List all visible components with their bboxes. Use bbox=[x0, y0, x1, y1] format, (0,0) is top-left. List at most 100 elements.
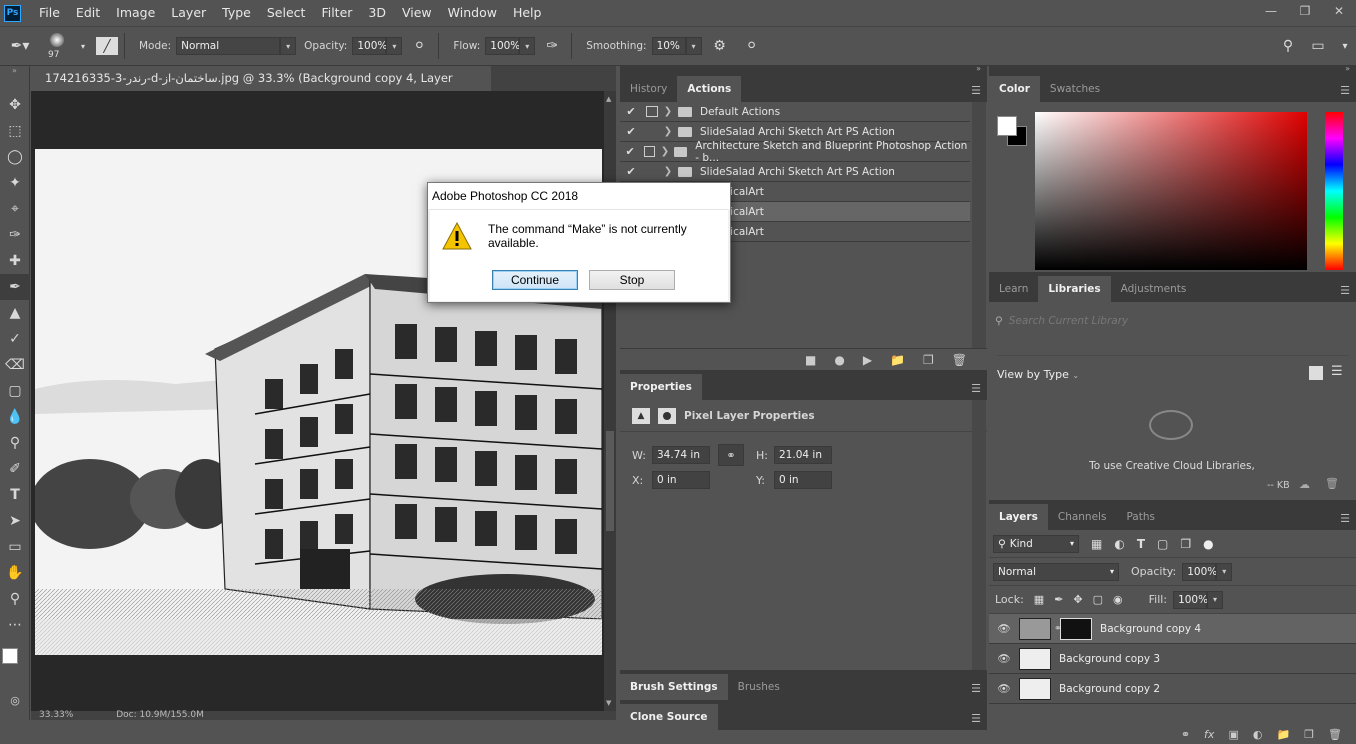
airbrush-icon[interactable]: ✑ bbox=[539, 38, 565, 54]
clone-stamp-tool-icon[interactable]: ▲ bbox=[0, 300, 30, 326]
crop-tool-icon[interactable]: ⌖ bbox=[0, 196, 30, 222]
lock-position-icon[interactable]: ✥ bbox=[1073, 593, 1082, 606]
quick-select-tool-icon[interactable]: ✦ bbox=[0, 170, 30, 196]
stop-button[interactable]: Stop bbox=[589, 270, 675, 290]
scroll-down-icon[interactable]: ▼ bbox=[606, 699, 611, 707]
path-select-tool-icon[interactable]: ➤ bbox=[0, 508, 30, 534]
dialog-toggle-icon[interactable] bbox=[646, 126, 658, 137]
tab-paths[interactable]: Paths bbox=[1116, 504, 1165, 530]
layer-opacity-field[interactable]: 100% bbox=[1182, 562, 1217, 581]
pressure-size-icon[interactable]: ⚪ bbox=[738, 38, 766, 54]
play-icon[interactable]: ▶ bbox=[863, 353, 872, 367]
filter-adjustment-icon[interactable]: ◐ bbox=[1114, 537, 1124, 551]
new-set-icon[interactable]: 📁 bbox=[890, 353, 905, 367]
collapse-icon[interactable]: » bbox=[0, 66, 29, 92]
delete-layer-icon[interactable]: 🗑 bbox=[1328, 728, 1342, 741]
foreground-color-swatch[interactable] bbox=[2, 648, 18, 664]
panel-menu-icon[interactable]: ☰ bbox=[1340, 84, 1350, 97]
gear-icon[interactable]: ⚙ bbox=[706, 38, 734, 54]
layer-mask-thumbnail[interactable] bbox=[1060, 617, 1092, 640]
toggle-check-icon[interactable]: ✔ bbox=[620, 165, 642, 178]
grid-view-icon[interactable] bbox=[1309, 366, 1323, 380]
close-icon[interactable]: ✕ bbox=[1322, 0, 1356, 22]
chevron-down-icon[interactable]: ▾ bbox=[76, 42, 90, 51]
document-tab[interactable]: 174216335-3-رندر-d-ساختمان-از.jpg @ 33.3… bbox=[31, 66, 497, 110]
menu-type[interactable]: Type bbox=[214, 0, 259, 26]
mask-icon[interactable] bbox=[658, 407, 676, 424]
action-row[interactable]: ✔ ❯ Architecture Sketch and Blueprint Phot… bbox=[620, 140, 970, 164]
panel-menu-icon[interactable]: ☰ bbox=[971, 712, 981, 725]
dialog-title[interactable]: Adobe Photoshop CC 2018 bbox=[428, 183, 730, 209]
tab-adjustments[interactable]: Adjustments bbox=[1111, 276, 1197, 302]
chevron-down-icon[interactable]: ▾ bbox=[1207, 590, 1224, 609]
layer-thumbnail[interactable] bbox=[1019, 617, 1051, 640]
more-tools-icon[interactable]: ⋯ bbox=[0, 612, 30, 638]
dodge-tool-icon[interactable]: ⚲ bbox=[0, 430, 30, 456]
visibility-eye-icon[interactable]: 👁 bbox=[989, 622, 1019, 635]
layer-thumbnail[interactable] bbox=[1019, 647, 1051, 670]
mode-select[interactable]: Normal bbox=[176, 37, 281, 55]
chevron-down-icon[interactable]: ▾ bbox=[685, 37, 702, 55]
smoothing-field[interactable]: 10% bbox=[651, 37, 686, 55]
tab-swatches[interactable]: Swatches bbox=[1040, 76, 1110, 102]
healing-brush-tool-icon[interactable]: ✚ bbox=[0, 248, 30, 274]
tab-properties[interactable]: Properties bbox=[620, 374, 702, 400]
library-search[interactable]: ⚲ Search Current Library bbox=[995, 312, 1349, 330]
chevron-right-icon[interactable]: ❯ bbox=[662, 166, 674, 177]
link-icon[interactable]: ⚭ bbox=[718, 444, 744, 466]
color-field[interactable] bbox=[1035, 112, 1307, 270]
dialog-toggle-icon[interactable] bbox=[646, 106, 658, 117]
new-layer-icon[interactable]: ❐ bbox=[1304, 728, 1314, 741]
properties-scrollbar[interactable] bbox=[972, 400, 986, 670]
brush-tool-icon[interactable]: ✒ bbox=[0, 274, 30, 300]
pen-tool-icon[interactable]: ✐ bbox=[0, 456, 30, 482]
menu-select[interactable]: Select bbox=[259, 0, 314, 26]
panel-menu-icon[interactable]: ☰ bbox=[1340, 512, 1350, 525]
x-field[interactable]: 0 in bbox=[652, 471, 710, 489]
dialog-toggle-icon[interactable] bbox=[644, 146, 656, 157]
tab-brush-settings[interactable]: Brush Settings bbox=[620, 674, 728, 700]
tab-libraries[interactable]: Libraries bbox=[1038, 276, 1111, 302]
delete-icon[interactable]: 🗑 bbox=[1325, 477, 1339, 490]
panel-menu-icon[interactable]: ☰ bbox=[971, 382, 981, 395]
chevron-down-icon[interactable]: ▾ bbox=[1216, 562, 1233, 581]
search-icon[interactable]: ⚲ bbox=[1274, 38, 1302, 54]
flow-field[interactable]: 100% bbox=[485, 37, 520, 55]
foreground-color-swatch[interactable] bbox=[997, 116, 1017, 136]
menu-file[interactable]: File bbox=[31, 0, 68, 26]
menu-edit[interactable]: Edit bbox=[68, 0, 108, 26]
brush-tool-preset-icon[interactable]: ✒▾ bbox=[0, 38, 40, 54]
chevron-right-icon[interactable]: ❯ bbox=[662, 126, 674, 137]
brush-panel-toggle-icon[interactable]: ╱ bbox=[96, 37, 118, 55]
visibility-eye-icon[interactable]: 👁 bbox=[989, 682, 1019, 695]
gradient-tool-icon[interactable]: ▢ bbox=[0, 378, 30, 404]
collapse-icon[interactable]: » bbox=[620, 65, 987, 76]
filter-shape-icon[interactable]: ▢ bbox=[1157, 537, 1168, 551]
tab-channels[interactable]: Channels bbox=[1048, 504, 1117, 530]
hue-slider[interactable] bbox=[1325, 112, 1343, 270]
library-select[interactable] bbox=[997, 338, 1349, 356]
tab-history[interactable]: History bbox=[620, 76, 677, 102]
minimize-icon[interactable]: — bbox=[1254, 0, 1288, 22]
photoshop-logo[interactable]: Ps bbox=[4, 4, 21, 22]
filter-kind-select[interactable]: ⚲ Kind ▾ bbox=[993, 534, 1079, 553]
chevron-right-icon[interactable]: ❯ bbox=[659, 146, 670, 157]
fill-field[interactable]: 100% bbox=[1173, 590, 1208, 609]
new-group-icon[interactable]: 📁 bbox=[1276, 728, 1290, 741]
list-view-icon[interactable]: ☰ bbox=[1331, 364, 1343, 379]
tab-brushes[interactable]: Brushes bbox=[728, 674, 790, 700]
chevron-down-icon[interactable]: ▾ bbox=[280, 37, 297, 55]
history-brush-tool-icon[interactable]: ✓ bbox=[0, 326, 30, 352]
menu-3d[interactable]: 3D bbox=[360, 0, 394, 26]
delete-icon[interactable]: 🗑 bbox=[952, 353, 967, 367]
dialog-toggle-icon[interactable] bbox=[646, 166, 658, 177]
blend-mode-select[interactable]: Normal ▾ bbox=[993, 562, 1119, 581]
lock-artboard-icon[interactable]: ▢ bbox=[1093, 593, 1103, 606]
marquee-tool-icon[interactable]: ⬚ bbox=[0, 118, 30, 144]
link-layers-icon[interactable]: ⚭ bbox=[1181, 728, 1190, 741]
lock-all-icon[interactable]: ◉ bbox=[1113, 593, 1123, 606]
tab-layers[interactable]: Layers bbox=[989, 504, 1048, 530]
continue-button[interactable]: Continue bbox=[492, 270, 578, 290]
pixel-layer-icon[interactable]: ▲ bbox=[632, 407, 650, 424]
layer-row[interactable]: 👁 Background copy 3 bbox=[989, 644, 1356, 674]
